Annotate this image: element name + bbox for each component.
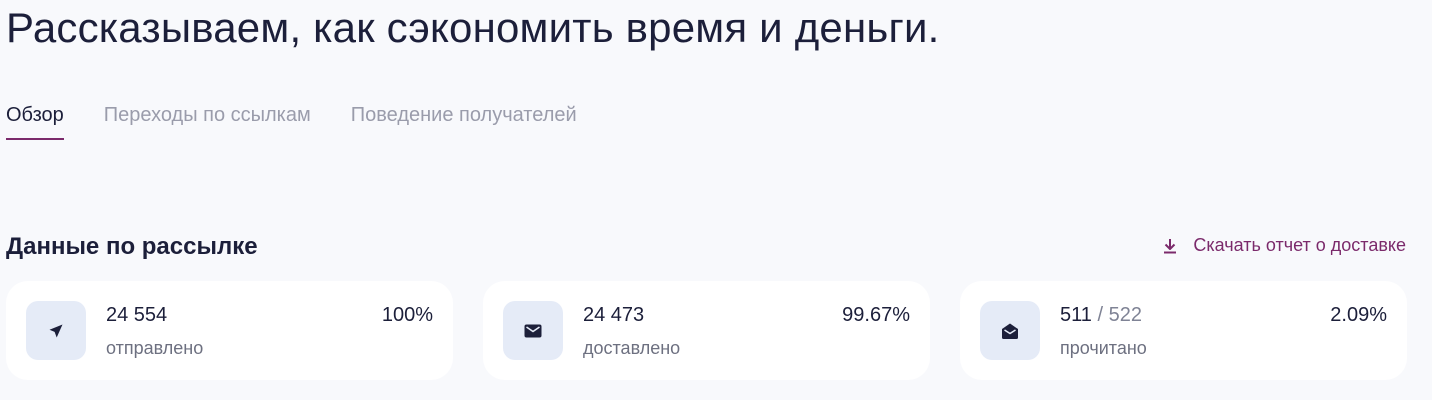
stat-label: прочитано: [1060, 338, 1147, 358]
stat-label: доставлено: [583, 338, 681, 358]
stat-percent: 99.67%: [842, 304, 910, 326]
stat-card-delivered: 24 473 доставлено 99.67%: [483, 281, 930, 380]
stat-percent: 100%: [381, 304, 433, 326]
tab-bar: Обзор Переходы по ссылкам Поведение полу…: [6, 104, 577, 140]
tab-overview[interactable]: Обзор: [6, 104, 64, 140]
send-icon: [26, 301, 86, 360]
tab-recipient-behavior[interactable]: Поведение получателей: [351, 104, 577, 139]
envelope-open-icon: [980, 301, 1040, 360]
stat-card-sent: 24 554 отправлено 100%: [6, 281, 453, 380]
stat-value: 511 / 522: [1060, 304, 1142, 327]
stat-value: 24 473: [583, 304, 645, 326]
envelope-icon: [503, 301, 563, 360]
page-title: Рассказываем, как сэкономить время и ден…: [6, 4, 940, 51]
download-report-label: Скачать отчет о доставке: [1193, 235, 1406, 255]
stat-value-total: / 522: [1097, 304, 1142, 326]
stat-percent: 2.09%: [1330, 304, 1387, 326]
stat-card-read: 511 / 522 прочитано 2.09%: [960, 281, 1407, 380]
tab-link-clicks[interactable]: Переходы по ссылкам: [104, 104, 311, 139]
stat-value-read: 511: [1060, 304, 1092, 326]
stat-value: 24 554: [106, 304, 168, 326]
stats-cards: 24 554 отправлено 100% 24 473 доставлено…: [6, 281, 1407, 380]
section-title: Данные по рассылке: [6, 233, 258, 260]
download-report-link[interactable]: Скачать отчет о доставке: [1163, 235, 1406, 256]
stat-label: отправлено: [106, 338, 204, 358]
page: Рассказываем, как сэкономить время и ден…: [0, 0, 1432, 400]
download-icon: [1163, 238, 1177, 254]
